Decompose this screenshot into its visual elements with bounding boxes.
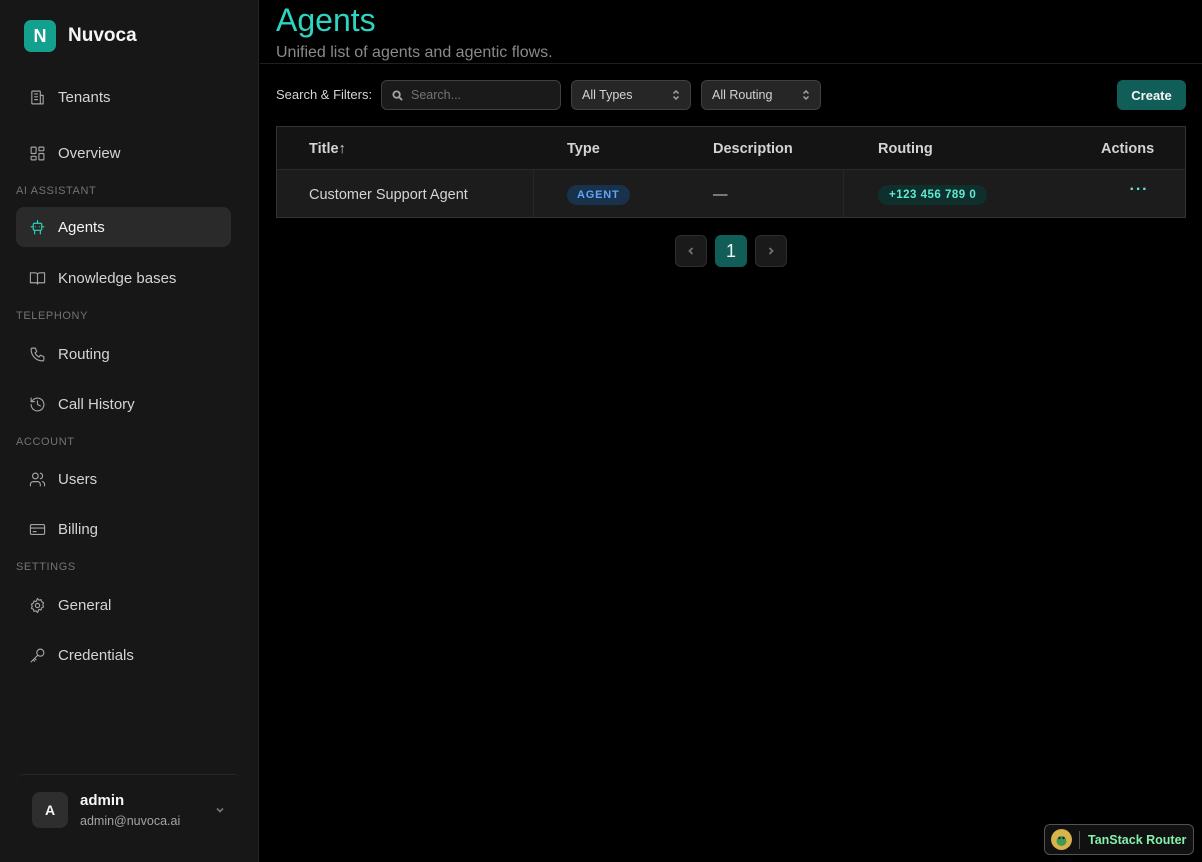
- column-header-type[interactable]: Type: [567, 141, 600, 157]
- sidebar: N Nuvoca Tenants Overview AI ASSISTANT A…: [0, 0, 259, 862]
- user-name: admin: [80, 791, 125, 809]
- sidebar-item-overview[interactable]: Overview: [16, 133, 231, 173]
- pagination-next-button[interactable]: [755, 235, 787, 267]
- sidebar-item-agents[interactable]: Agents: [16, 207, 231, 247]
- sidebar-item-label: Credentials: [58, 646, 134, 664]
- section-label-telephony: TELEPHONY: [16, 310, 89, 322]
- sidebar-item-knowledge-bases[interactable]: Knowledge bases: [16, 258, 231, 298]
- sidebar-item-label: Users: [58, 470, 98, 488]
- sidebar-item-label: General: [58, 596, 112, 614]
- bot-icon: [28, 218, 46, 236]
- sidebar-item-billing[interactable]: Billing: [16, 509, 231, 549]
- type-badge: AGENT: [567, 185, 630, 205]
- user-menu[interactable]: A admin admin@nuvoca.ai: [16, 774, 242, 844]
- main-content: Agents Unified list of agents and agenti…: [260, 0, 1202, 862]
- column-header-title[interactable]: Title↑: [309, 141, 346, 157]
- sidebar-item-label: Billing: [58, 520, 99, 538]
- section-label-ai-assistant: AI ASSISTANT: [16, 185, 97, 197]
- agent-title[interactable]: Customer Support Agent: [309, 187, 468, 203]
- chevron-updown-icon: [672, 89, 680, 101]
- create-button[interactable]: Create: [1117, 80, 1186, 110]
- users-icon: [28, 470, 46, 488]
- search-icon: [392, 89, 403, 101]
- user-email: admin@nuvoca.ai: [80, 813, 181, 828]
- credit-card-icon: [28, 520, 46, 538]
- sidebar-item-credentials[interactable]: Credentials: [16, 635, 231, 675]
- tanstack-logo-icon: [1051, 829, 1072, 850]
- chevron-left-icon: [688, 247, 694, 255]
- section-label-settings: SETTINGS: [16, 561, 76, 573]
- brand[interactable]: N Nuvoca: [24, 20, 137, 52]
- pagination-prev-button[interactable]: [675, 235, 707, 267]
- avatar: A: [32, 791, 68, 828]
- section-label-account: ACCOUNT: [16, 436, 75, 448]
- agents-table: Title↑ Type Description Routing Actions …: [276, 126, 1186, 218]
- sidebar-item-label: Overview: [58, 144, 121, 162]
- pagination-page-current[interactable]: 1: [715, 235, 747, 267]
- chevron-down-icon[interactable]: [214, 803, 226, 815]
- filters-label: Search & Filters:: [276, 87, 373, 102]
- routing-filter-value: All Routing: [712, 88, 773, 102]
- gear-icon: [28, 596, 46, 614]
- chevron-right-icon: [768, 247, 774, 255]
- table-row[interactable]: Customer Support Agent AGENT — +123 456 …: [277, 170, 1185, 217]
- sidebar-item-call-history[interactable]: Call History: [16, 384, 231, 424]
- column-header-routing[interactable]: Routing: [878, 141, 933, 157]
- column-divider: [843, 170, 844, 217]
- book-icon: [28, 269, 46, 287]
- phone-icon: [28, 345, 46, 363]
- sidebar-item-label: Call History: [58, 395, 135, 413]
- type-filter-select[interactable]: All Types: [571, 80, 691, 110]
- sidebar-item-label: Knowledge bases: [58, 269, 177, 287]
- sidebar-item-tenants[interactable]: Tenants: [16, 77, 231, 117]
- tanstack-router-devtools-button[interactable]: TanStack Router: [1044, 824, 1194, 855]
- page-title: Agents: [276, 2, 376, 38]
- brand-name: Nuvoca: [68, 25, 137, 46]
- row-actions-button[interactable]: ···: [1129, 182, 1149, 202]
- history-icon: [28, 395, 46, 413]
- sidebar-item-label: Agents: [58, 218, 105, 236]
- routing-badge[interactable]: +123 456 789 0: [878, 185, 988, 205]
- column-header-description[interactable]: Description: [713, 141, 793, 157]
- sidebar-item-label: Routing: [58, 345, 110, 363]
- search-input[interactable]: [411, 88, 551, 102]
- page-subtitle: Unified list of agents and agentic flows…: [276, 44, 553, 61]
- column-header-actions: Actions: [1101, 141, 1155, 157]
- header-divider: [260, 63, 1202, 64]
- sidebar-item-label: Tenants: [58, 88, 111, 106]
- routing-filter-select[interactable]: All Routing: [701, 80, 821, 110]
- agent-description: —: [713, 187, 728, 203]
- sidebar-item-general[interactable]: General: [16, 585, 231, 625]
- search-box[interactable]: [381, 80, 561, 110]
- building-icon: [28, 88, 46, 106]
- devtools-divider: [1079, 830, 1080, 849]
- chevron-updown-icon: [802, 89, 810, 101]
- key-icon: [28, 646, 46, 664]
- dashboard-icon: [28, 144, 46, 162]
- type-filter-value: All Types: [582, 88, 633, 102]
- brand-logo: N: [24, 20, 56, 52]
- table-header: Title↑ Type Description Routing Actions: [277, 127, 1185, 170]
- column-divider: [533, 170, 534, 217]
- sidebar-item-routing[interactable]: Routing: [16, 334, 231, 374]
- sidebar-item-users[interactable]: Users: [16, 459, 231, 499]
- devtools-label: TanStack Router: [1088, 832, 1187, 847]
